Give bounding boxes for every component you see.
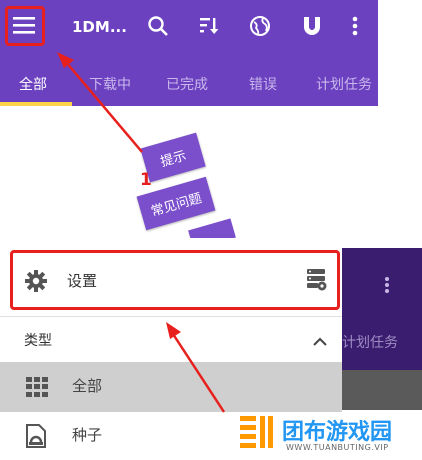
watermark-url: WWW.TUANBUTING.VIP [286,443,389,452]
watermark-logo [238,414,278,458]
watermark: 团布游戏园 WWW.TUANBUTING.VIP [234,412,414,458]
watermark-brand: 团布游戏园 [282,420,393,445]
annotation-arrows [57,52,226,413]
